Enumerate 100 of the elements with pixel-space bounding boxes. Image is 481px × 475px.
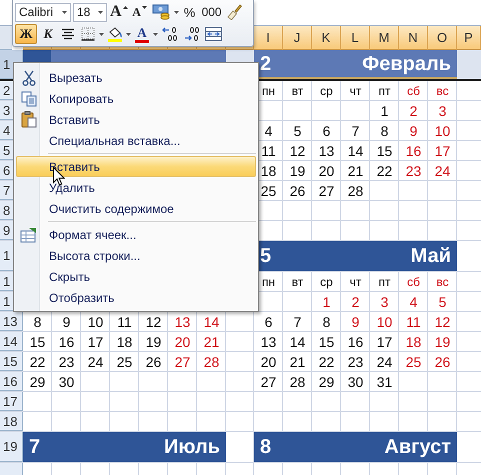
font-size-field[interactable]: 18 — [73, 2, 107, 22]
merge-center-button[interactable] — [204, 24, 223, 44]
dropdown-arrow-icon[interactable] — [98, 10, 103, 14]
caret-down-icon — [142, 6, 147, 9]
weekday-label: пт — [378, 274, 390, 288]
day-number: 1 — [322, 294, 330, 310]
month-name: Август — [384, 436, 451, 458]
day-number: 17 — [434, 142, 450, 158]
day-number: 6 — [322, 122, 330, 138]
increase-decimal-button[interactable] — [160, 24, 180, 44]
dropdown-arrow-icon[interactable] — [62, 10, 67, 14]
weekday-label: чт — [350, 274, 362, 288]
column-header[interactable]: L — [341, 26, 370, 50]
column-header[interactable]: K — [312, 26, 341, 50]
decrease-decimal-icon — [183, 26, 201, 42]
day-number: 21 — [204, 334, 220, 350]
day-number: 10 — [88, 314, 104, 330]
day-number: 4 — [410, 294, 418, 310]
day-number: 9 — [62, 314, 70, 330]
day-number: 20 — [318, 162, 334, 178]
selected-cell — [457, 50, 481, 79]
day-number: 12 — [434, 314, 450, 330]
row-header[interactable]: 14 — [0, 332, 23, 351]
column-header[interactable]: P — [457, 26, 481, 50]
day-number: 29 — [30, 374, 46, 390]
day-number: 20 — [260, 354, 276, 370]
column-header[interactable]: N — [399, 26, 428, 50]
day-number: 5 — [294, 122, 302, 138]
day-number: 26 — [434, 354, 450, 370]
day-number: 23 — [348, 354, 364, 370]
day-number: 3 — [438, 102, 446, 118]
accounting-format-button[interactable] — [150, 2, 172, 22]
dropdown-arrow-icon[interactable] — [99, 32, 104, 36]
row-header[interactable]: 13 — [0, 312, 23, 331]
weekday-label: ср — [320, 84, 333, 98]
format-cells-icon — [20, 226, 38, 242]
day-number: 30 — [348, 374, 364, 390]
scissors-icon — [22, 70, 36, 86]
day-number: 28 — [290, 374, 306, 390]
day-number: 16 — [406, 142, 422, 158]
decrease-decimal-button[interactable] — [182, 24, 202, 44]
row-header[interactable]: 19 — [0, 432, 23, 462]
day-number: 25 — [116, 354, 132, 370]
row-header[interactable]: 16 — [0, 372, 23, 391]
day-number: 8 — [322, 314, 330, 330]
dropdown-arrow-icon[interactable] — [174, 10, 179, 14]
day-number: 9 — [352, 314, 360, 330]
menu-item[interactable]: Вставить — [16, 156, 256, 177]
day-number: 15 — [376, 142, 392, 158]
day-number: 7 — [352, 122, 360, 138]
font-color-button[interactable]: A — [133, 24, 151, 44]
format-painter-button[interactable] — [224, 2, 243, 22]
day-number: 25 — [406, 354, 422, 370]
day-number: 10 — [376, 314, 392, 330]
day-number: 5 — [438, 294, 446, 310]
day-number: 20 — [174, 334, 190, 350]
day-number: 17 — [376, 334, 392, 350]
weekday-label: сб — [407, 274, 420, 288]
day-number: 24 — [434, 162, 450, 178]
day-number: 21 — [348, 162, 364, 178]
column-header[interactable]: M — [370, 26, 399, 50]
shrink-font-button[interactable]: A — [130, 2, 149, 22]
day-number: 28 — [348, 182, 364, 198]
column-header[interactable]: O — [428, 26, 457, 50]
dropdown-arrow-icon[interactable] — [126, 32, 131, 36]
merge-cells-icon — [205, 27, 222, 41]
weekday-label: пн — [262, 274, 276, 288]
bold-button[interactable]: Ж — [15, 24, 37, 44]
font-field[interactable]: Calibri — [15, 2, 71, 22]
dropdown-arrow-icon[interactable] — [153, 32, 158, 36]
clipboard-icon — [21, 111, 37, 128]
day-number: 2 — [410, 102, 418, 118]
day-number: 18 — [116, 334, 132, 350]
weekday-label: вс — [436, 274, 449, 288]
month-name: Февраль — [362, 53, 451, 76]
day-number: 4 — [264, 122, 272, 138]
italic-button[interactable]: К — [39, 24, 57, 44]
thousands-separator-button[interactable]: 000 — [200, 2, 223, 22]
row-header[interactable]: 17 — [0, 392, 23, 411]
percent-button[interactable]: % — [180, 2, 199, 22]
day-number: 23 — [406, 162, 422, 178]
caret-up-icon — [122, 6, 128, 9]
day-number: 26 — [146, 354, 162, 370]
day-number: 1 — [380, 102, 388, 118]
weekday-label: ср — [320, 274, 333, 288]
row-header[interactable]: 18 — [0, 412, 23, 431]
day-number: 19 — [434, 334, 450, 350]
month-number: 5 — [260, 244, 272, 268]
day-number: 11 — [406, 314, 421, 330]
paint-bucket-icon — [107, 26, 123, 42]
grow-font-button[interactable]: A — [109, 2, 129, 22]
day-number: 22 — [376, 162, 392, 178]
day-number: 24 — [376, 354, 392, 370]
column-header[interactable]: J — [283, 26, 312, 50]
row-header[interactable]: 15 — [0, 352, 23, 371]
borders-icon — [81, 27, 95, 41]
day-number: 15 — [30, 334, 46, 350]
copy-icon — [21, 90, 37, 106]
column-header[interactable]: I — [254, 26, 283, 50]
day-number: 16 — [58, 334, 74, 350]
